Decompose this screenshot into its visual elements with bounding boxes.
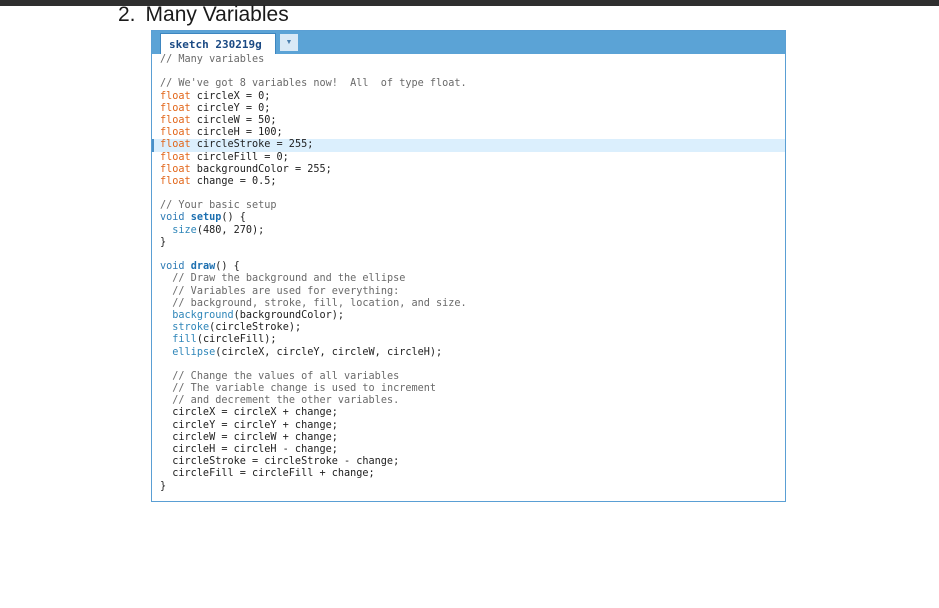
code-line: // Your basic setup [160, 200, 277, 212]
code-line: // background, stroke, fill, location, a… [172, 297, 467, 309]
code-line: circleY = circleY + change; [160, 419, 338, 431]
code-line: circleW = circleW + change; [160, 431, 338, 443]
code-line: // Change the values of all variables [172, 370, 400, 382]
code-line: float circleStroke = 255; [152, 139, 785, 152]
code-line: ​ [152, 66, 785, 78]
code-line: } [160, 480, 167, 492]
code-line: // and decrement the other variables. [172, 395, 400, 407]
section-heading: 2. Many Variables [118, 3, 289, 27]
code-line: circleH = circleH - change; [160, 444, 338, 455]
code-line: circleX = circleX + change; [160, 407, 338, 419]
code-line: fill(circleFill); [172, 334, 277, 346]
code-line: circleStroke = circleStroke - change; [160, 456, 400, 468]
code-line: circleFill = circleFill + change; [160, 468, 375, 480]
section-number: 2. [118, 3, 136, 26]
code-line: background(backgroundColor); [172, 309, 345, 321]
code-line: float circleX = 0; [160, 90, 271, 102]
code-line: float change = 0.5; [160, 175, 277, 187]
code-line: // The variable change is used to increm… [172, 383, 437, 395]
code-line: ​ [152, 359, 785, 371]
code-line: ​ [152, 249, 785, 261]
code-line: stroke(circleStroke); [172, 322, 302, 334]
code-line: size(480, 270); [172, 224, 265, 236]
code-line: void draw() { [160, 261, 240, 273]
code-line: void setup() { [160, 212, 246, 224]
code-editor: sketch 230219g ▼ // Many variables​// We… [151, 30, 786, 502]
code-area[interactable]: // Many variables​// We've got 8 variabl… [152, 54, 785, 501]
code-line: float circleFill = 0; [160, 151, 289, 163]
tab-menu-arrow-icon[interactable]: ▼ [280, 34, 298, 51]
code-line: float circleW = 50; [160, 114, 277, 126]
editor-tab-bar: sketch 230219g ▼ [152, 31, 785, 54]
code-line: // We've got 8 variables now! All of typ… [160, 78, 467, 90]
code-line: // Variables are used for everything: [172, 285, 400, 297]
section-title: Many Variables [145, 3, 289, 26]
code-line: float backgroundColor = 255; [160, 163, 332, 175]
code-line: float circleH = 100; [160, 127, 283, 139]
code-line: ellipse(circleX, circleY, circleW, circl… [172, 346, 443, 358]
sketch-tab[interactable]: sketch 230219g [160, 33, 276, 54]
code-line: } [160, 236, 167, 248]
code-line: float circleY = 0; [160, 102, 271, 114]
code-line: ​ [152, 188, 785, 200]
code-line: // Many variables [160, 54, 265, 65]
code-line: // Draw the background and the ellipse [172, 273, 406, 285]
